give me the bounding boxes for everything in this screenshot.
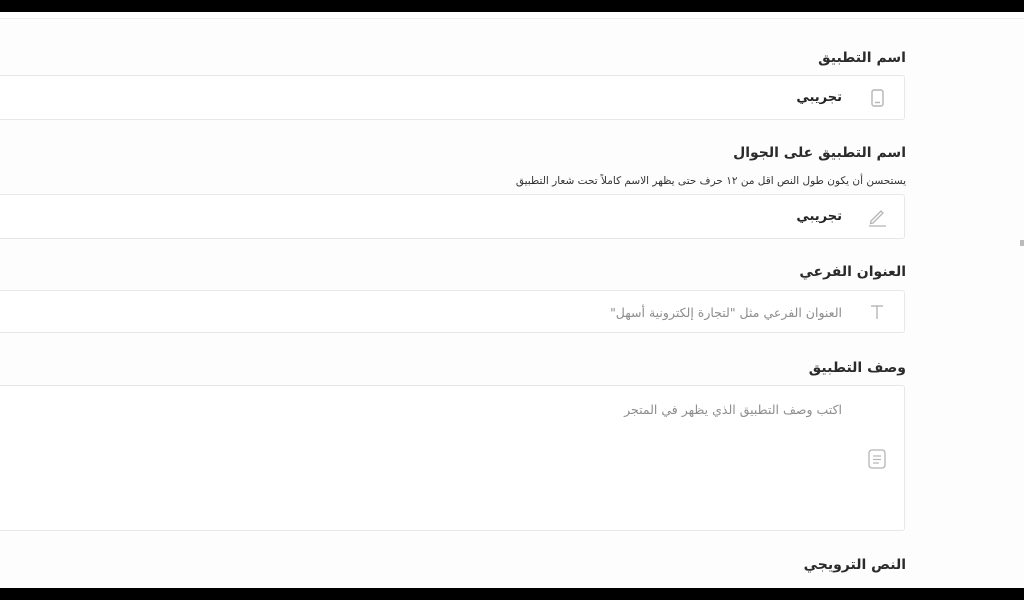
subtitle-field[interactable]: العنوان الفرعي مثل "لتجارة إلكترونية أسه…	[0, 290, 905, 333]
text-t-icon	[866, 301, 888, 323]
top-divider	[0, 18, 1024, 19]
document-icon	[866, 448, 888, 470]
pencil-icon	[866, 205, 888, 227]
description-placeholder: اكتب وصف التطبيق الذي يظهر في المتجر	[624, 402, 842, 417]
app-name-label: اسم التطبيق	[818, 50, 906, 66]
mobile-name-field[interactable]: تجريبي	[0, 194, 905, 239]
phone-icon	[866, 87, 888, 109]
scrollbar-fragment	[1020, 240, 1024, 246]
app-settings-form: اسم التطبيق تجريبي اسم التطبيق على الجوا…	[0, 12, 1024, 588]
promo-text-label: النص الترويجي	[803, 557, 906, 573]
mobile-name-label: اسم التطبيق على الجوال	[733, 145, 906, 161]
description-label: وصف التطبيق	[808, 360, 906, 376]
app-name-value: تجريبي	[796, 90, 842, 105]
description-textarea[interactable]: اكتب وصف التطبيق الذي يظهر في المتجر	[0, 385, 905, 531]
subtitle-label: العنوان الفرعي	[799, 264, 906, 280]
mobile-name-value: تجريبي	[796, 209, 842, 224]
mobile-name-hint: يستحسن أن يكون طول النص اقل من ١٢ حرف حت…	[515, 175, 906, 187]
subtitle-placeholder: العنوان الفرعي مثل "لتجارة إلكترونية أسه…	[610, 305, 842, 320]
app-name-field[interactable]: تجريبي	[0, 75, 905, 120]
